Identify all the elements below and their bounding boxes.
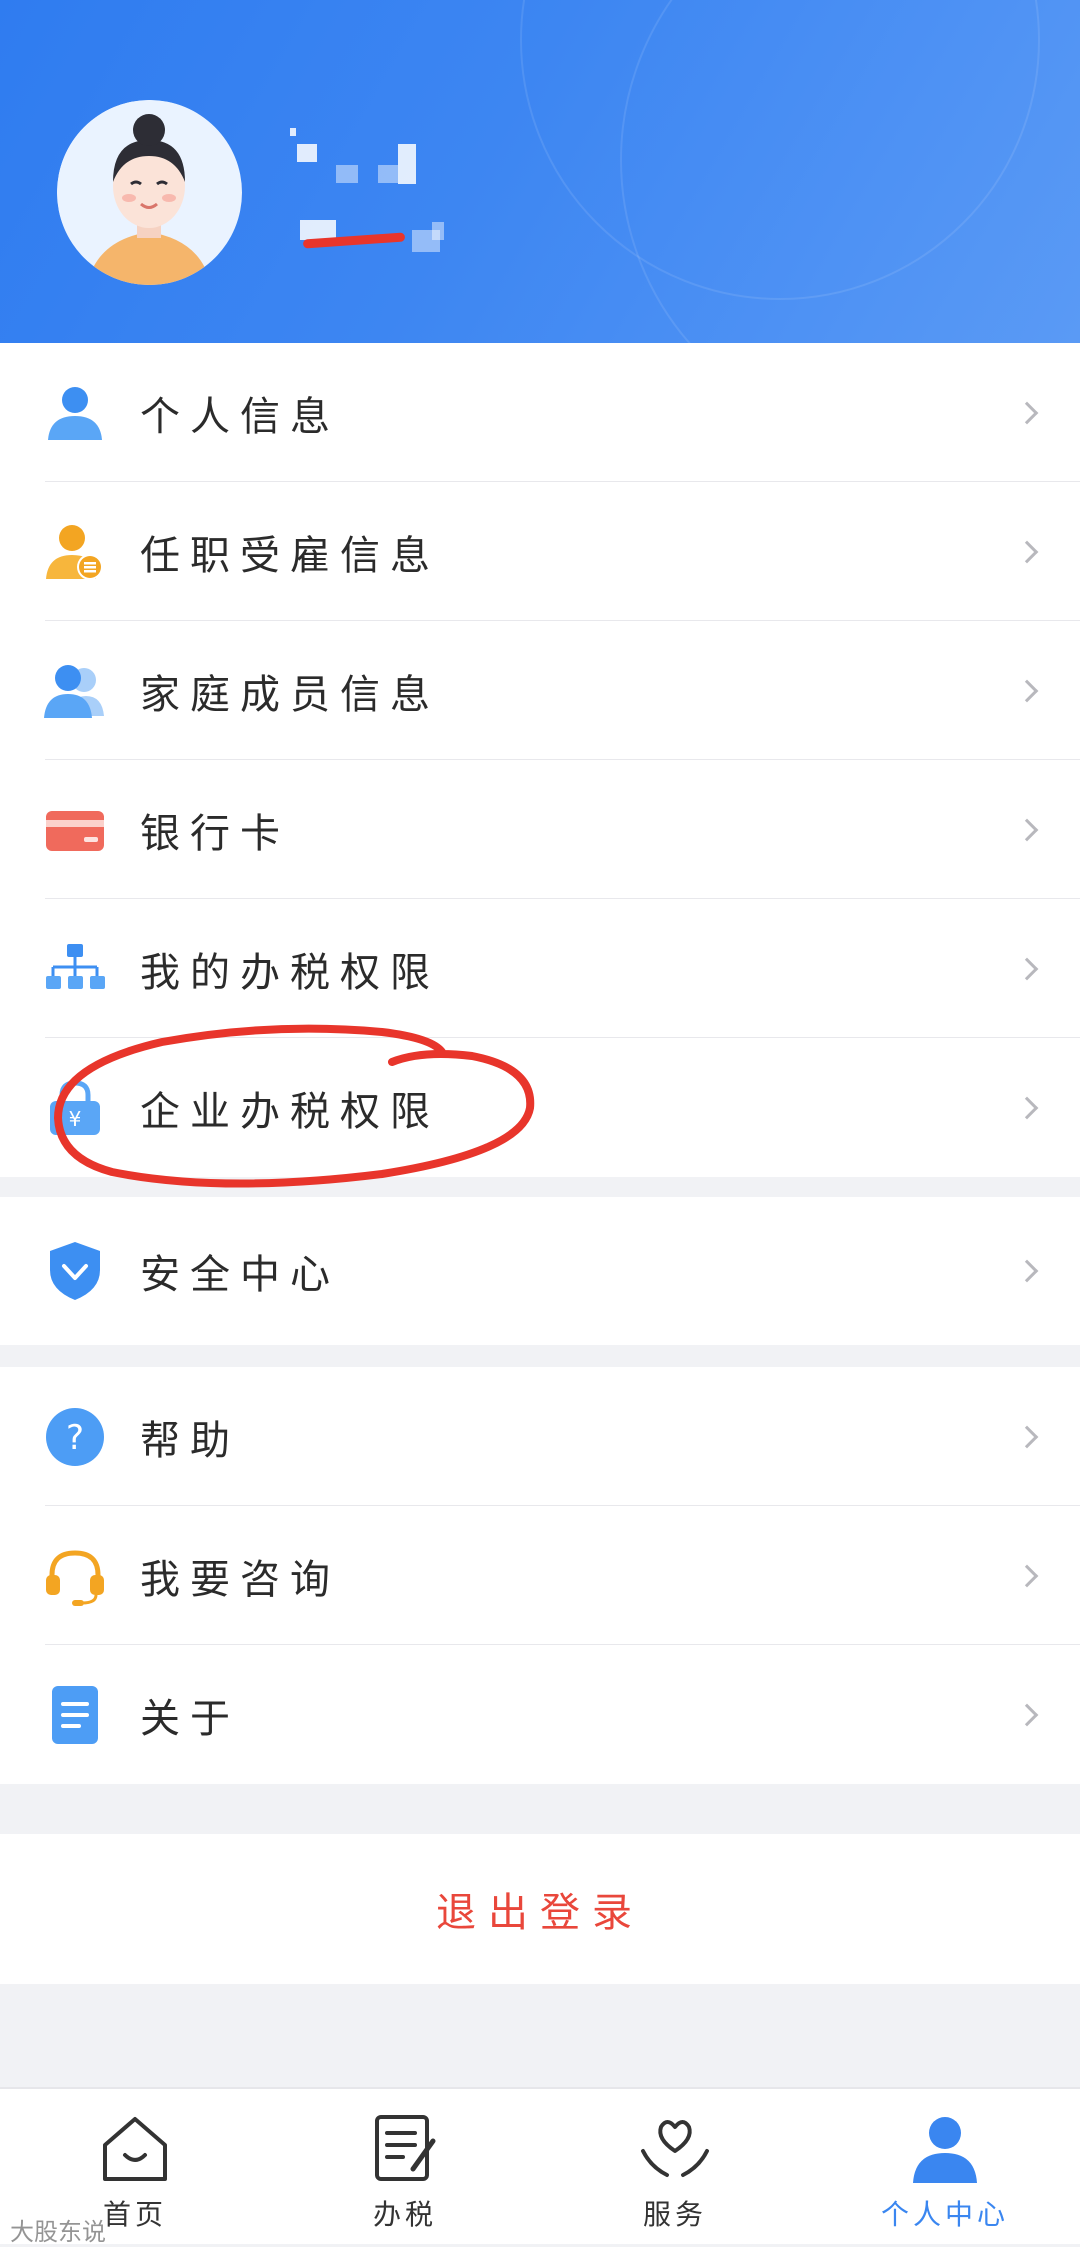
- menu-item-label: 关于: [140, 1695, 240, 1742]
- chevron-right-icon: [1015, 679, 1039, 702]
- logout-label: 退出登录: [436, 1890, 644, 1936]
- watermark: 大股东说: [10, 2218, 106, 2246]
- menu-item-security-center[interactable]: 安全中心: [0, 1197, 1080, 1345]
- tax-form-icon: [375, 2115, 436, 2181]
- menu-item-bank-card[interactable]: 银行卡: [0, 760, 1080, 899]
- header-decoration: [620, 0, 1080, 343]
- heart-hands-icon: [641, 2120, 709, 2177]
- person-icon: [48, 386, 102, 440]
- employee-badge-icon: [46, 524, 103, 580]
- bottom-tab-bar: 首页 办税 服务 个人中心: [0, 2087, 1080, 2244]
- avatar-illustration: [57, 100, 241, 285]
- avatar[interactable]: [57, 100, 242, 285]
- menu-group-security: 安全中心: [0, 1197, 1080, 1345]
- org-tree-icon: [46, 943, 105, 989]
- menu-item-label: 帮助: [140, 1417, 240, 1464]
- menu-item-employment-info[interactable]: 任职受雇信息: [0, 482, 1080, 621]
- menu-item-label: 我要咨询: [140, 1556, 340, 1603]
- svg-text:?: ?: [66, 1418, 84, 1458]
- family-icon: [44, 664, 104, 718]
- menu-item-help[interactable]: ? 帮助: [0, 1367, 1080, 1506]
- tab-label: 办税: [372, 2198, 437, 2231]
- tab-service[interactable]: 服务: [540, 2089, 810, 2246]
- chevron-right-icon: [1015, 818, 1039, 841]
- menu-item-personal-info[interactable]: 个人信息: [0, 343, 1080, 482]
- menu-item-label: 银行卡: [140, 810, 290, 857]
- chevron-right-icon: [1015, 401, 1039, 424]
- logout-button[interactable]: 退出登录: [0, 1834, 1080, 1984]
- menu-item-label: 我的办税权限: [140, 949, 440, 996]
- menu-group-account: 个人信息 任职受雇信息 家庭成员信息 银行卡 我的办税权限 ¥ 企业办税权限: [0, 343, 1080, 1177]
- chevron-right-icon: [1015, 957, 1039, 980]
- chevron-right-icon: [1015, 1425, 1039, 1448]
- tab-label: 个人中心: [880, 2198, 1009, 2231]
- user-center-icon: [913, 2117, 977, 2183]
- menu-item-label: 家庭成员信息: [140, 671, 440, 718]
- menu-item-my-tax-permission[interactable]: 我的办税权限: [0, 899, 1080, 1038]
- menu-group-support: ? 帮助 我要咨询 关于: [0, 1367, 1080, 1784]
- bank-card-icon: [46, 810, 104, 851]
- shield-icon: [50, 1242, 100, 1300]
- chevron-right-icon: [1015, 1703, 1039, 1726]
- menu-item-label: 企业办税权限: [140, 1088, 440, 1135]
- headset-icon: [46, 1549, 104, 1606]
- enterprise-lock-icon: ¥: [50, 1079, 100, 1135]
- menu-item-consult[interactable]: 我要咨询: [0, 1506, 1080, 1645]
- menu-item-label: 任职受雇信息: [140, 532, 440, 579]
- tab-tax[interactable]: 办税: [270, 2089, 540, 2246]
- tab-user-center[interactable]: 个人中心: [810, 2089, 1080, 2246]
- question-icon: ?: [46, 1407, 104, 1466]
- home-icon: [103, 2117, 167, 2181]
- chevron-right-icon: [1015, 1259, 1039, 1283]
- menu-item-label: 安全中心: [140, 1252, 340, 1298]
- chevron-right-icon: [1015, 540, 1039, 563]
- chevron-right-icon: [1015, 1564, 1039, 1587]
- chevron-right-icon: [1015, 1096, 1039, 1119]
- menu-item-label: 个人信息: [140, 393, 340, 440]
- menu-item-enterprise-tax-permission[interactable]: ¥ 企业办税权限: [0, 1038, 1080, 1177]
- menu-item-about[interactable]: 关于: [0, 1645, 1080, 1784]
- svg-text:¥: ¥: [69, 1107, 82, 1131]
- menu-item-family-info[interactable]: 家庭成员信息: [0, 621, 1080, 760]
- tab-label: 服务: [642, 2198, 707, 2231]
- document-icon: [52, 1685, 98, 1744]
- profile-header: [0, 0, 1080, 343]
